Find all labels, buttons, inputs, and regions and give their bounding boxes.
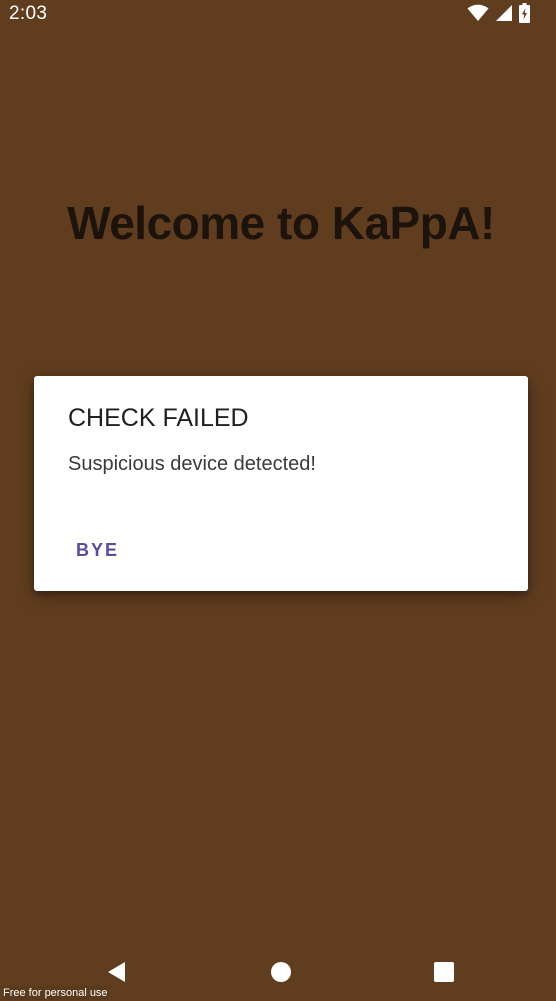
status-bar: 2:03 — [0, 0, 556, 28]
status-time: 2:03 — [9, 3, 48, 24]
app-title: Welcome to KaPpA! — [67, 197, 495, 249]
dialog-message: Suspicious device detected! — [68, 453, 316, 475]
cell-signal-icon — [495, 4, 513, 22]
home-icon[interactable] — [269, 960, 293, 984]
battery-charging-icon — [519, 3, 530, 23]
back-icon[interactable] — [105, 960, 129, 984]
recents-icon[interactable] — [432, 960, 456, 984]
wifi-icon — [467, 4, 489, 22]
status-icons — [467, 3, 530, 23]
alert-dialog: CHECK FAILED Suspicious device detected!… — [34, 376, 528, 591]
watermark-text: Free for personal use — [2, 986, 109, 1000]
dialog-title: CHECK FAILED — [68, 404, 249, 432]
bye-button[interactable]: BYE — [64, 536, 131, 565]
